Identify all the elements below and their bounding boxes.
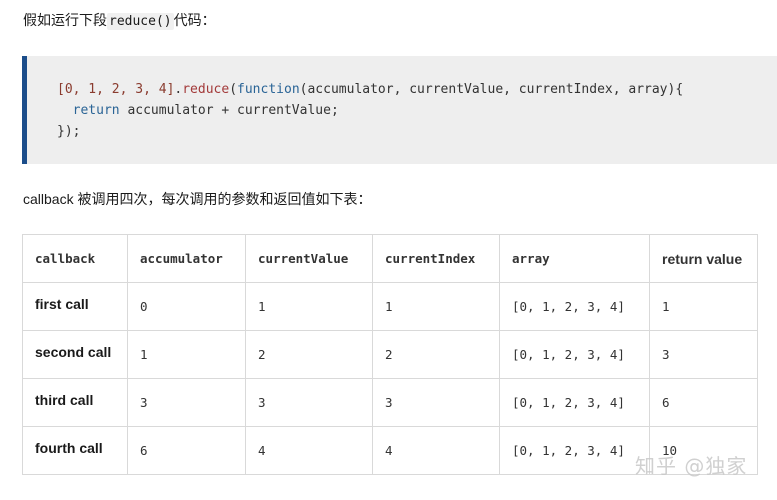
header-accumulator: accumulator	[127, 234, 246, 283]
intro-paragraph: 假如运行下段 reduce() 代码：	[23, 10, 216, 32]
table-description: callback 被调用四次，每次调用的参数和返回值如下表：	[23, 191, 372, 207]
cell-current-value: 1	[245, 282, 373, 331]
cell-current-index: 3	[372, 378, 500, 427]
code-return-expr: accumulator + currentValue;	[119, 103, 339, 118]
cell-array: [0, 1, 2, 3, 4]	[499, 426, 650, 475]
cell-return-value: 1	[649, 282, 758, 331]
code-keyword-return: return	[72, 103, 120, 118]
header-callback: callback	[22, 234, 128, 283]
cell-current-value: 4	[245, 426, 373, 475]
code-params: (accumulator, currentValue, currentIndex…	[299, 82, 684, 97]
cell-current-value: 2	[245, 330, 373, 379]
cell-array: [0, 1, 2, 3, 4]	[499, 282, 650, 331]
intro-prefix: 假如运行下段	[23, 12, 107, 28]
intro-suffix: 代码：	[173, 12, 216, 28]
code-content: [0, 1, 2, 3, 4].reduce(function(accumula…	[57, 79, 683, 142]
header-return-value: return value	[649, 234, 758, 283]
cell-current-value: 3	[245, 378, 373, 427]
cell-current-index: 2	[372, 330, 500, 379]
table-header-row: callback accumulator currentValue curren…	[22, 234, 758, 283]
table-row: first call 0 1 1 [0, 1, 2, 3, 4] 1	[22, 282, 758, 331]
code-array-literal: [0, 1, 2, 3, 4]	[57, 82, 175, 97]
header-current-index: currentIndex	[372, 234, 500, 283]
row-label: second call	[22, 330, 128, 379]
cell-current-index: 4	[372, 426, 500, 475]
cell-return-value: 3	[649, 330, 758, 379]
row-label: third call	[22, 378, 128, 427]
cell-current-index: 1	[372, 282, 500, 331]
cell-accumulator: 6	[127, 426, 246, 475]
header-current-value: currentValue	[245, 234, 373, 283]
table-row: second call 1 2 2 [0, 1, 2, 3, 4] 3	[22, 330, 758, 379]
code-block: [0, 1, 2, 3, 4].reduce(function(accumula…	[22, 56, 777, 164]
code-method: reduce	[182, 82, 230, 97]
callback-table: callback accumulator currentValue curren…	[22, 234, 758, 475]
row-label: fourth call	[22, 426, 128, 475]
zhihu-watermark: 知乎 @独家	[635, 454, 748, 478]
code-open-paren: (	[229, 82, 238, 97]
cell-accumulator: 0	[127, 282, 246, 331]
cell-accumulator: 3	[127, 378, 246, 427]
cell-array: [0, 1, 2, 3, 4]	[499, 378, 650, 427]
row-label: first call	[22, 282, 128, 331]
cell-array: [0, 1, 2, 3, 4]	[499, 330, 650, 379]
cell-accumulator: 1	[127, 330, 246, 379]
code-keyword-function: function	[237, 82, 300, 97]
header-array: array	[499, 234, 650, 283]
cell-return-value: 6	[649, 378, 758, 427]
table-row: third call 3 3 3 [0, 1, 2, 3, 4] 6	[22, 378, 758, 427]
inline-code-reduce: reduce()	[107, 13, 174, 30]
code-closing: });	[57, 124, 81, 139]
